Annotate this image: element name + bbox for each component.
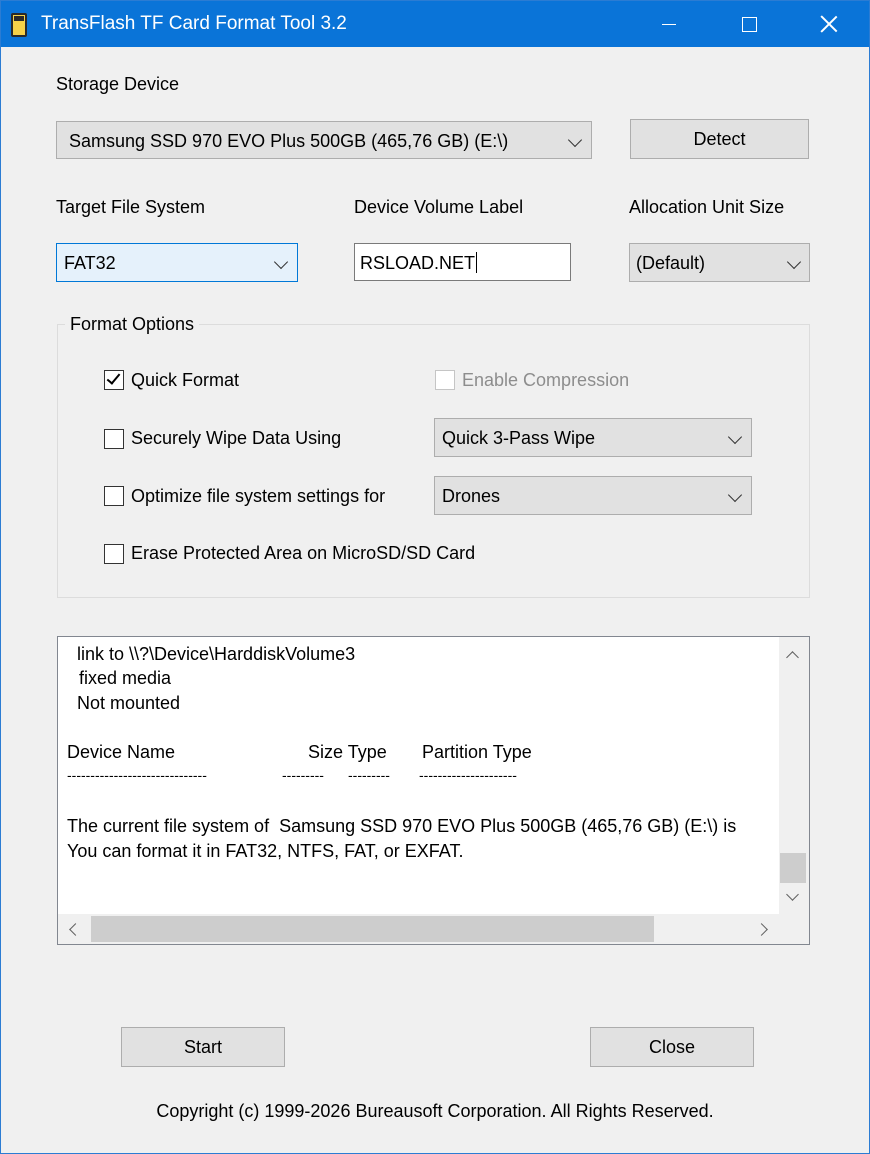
allocation-unit-select[interactable]: (Default) xyxy=(629,243,810,282)
horizontal-scroll-thumb[interactable] xyxy=(91,916,654,942)
volume-label-value: RSLOAD.NET xyxy=(360,253,476,273)
allocation-unit-size-label: Allocation Unit Size xyxy=(629,197,785,217)
app-window: TransFlash TF Card Format Tool 3.2 Stora… xyxy=(0,0,870,1154)
secure-wipe-label[interactable]: Securely Wipe Data Using xyxy=(131,428,341,449)
start-button[interactable]: Start xyxy=(121,1027,285,1067)
chevron-down-icon xyxy=(786,254,802,270)
copyright-text: Copyright (c) 1999-2026 Bureausoft Corpo… xyxy=(156,1101,714,1121)
minimize-button[interactable] xyxy=(639,1,699,47)
file-system-select[interactable]: FAT32 xyxy=(56,243,298,282)
file-system-value: FAT32 xyxy=(64,253,116,273)
close-button[interactable]: Close xyxy=(590,1027,754,1067)
log-separator: --------------------- xyxy=(419,767,517,783)
secure-wipe-checkbox[interactable] xyxy=(104,429,124,449)
log-line: link to \\?\Device\HarddiskVolume3 xyxy=(77,644,356,664)
window-title: TransFlash TF Card Format Tool 3.2 xyxy=(41,13,347,34)
vertical-scrollbar[interactable] xyxy=(779,637,809,914)
target-file-system-label: Target File System xyxy=(56,197,206,217)
quick-format-checkbox[interactable] xyxy=(104,370,124,390)
chevron-down-icon xyxy=(273,254,289,270)
start-button-label: Start xyxy=(183,1037,222,1057)
volume-label-input[interactable]: RSLOAD.NET xyxy=(354,243,571,281)
horizontal-scrollbar[interactable] xyxy=(58,914,809,944)
optimize-checkbox[interactable] xyxy=(104,486,124,506)
optimize-target-value: Drones xyxy=(442,486,501,506)
scroll-right-icon[interactable] xyxy=(755,923,768,936)
sd-card-icon xyxy=(11,13,27,37)
log-separator: --------- xyxy=(348,767,390,783)
close-icon xyxy=(820,15,838,33)
detect-button-label: Detect xyxy=(693,129,746,149)
log-line: fixed media xyxy=(79,668,172,688)
enable-compression-label: Enable Compression xyxy=(462,370,630,390)
allocation-unit-value: (Default) xyxy=(636,253,706,273)
chevron-down-icon xyxy=(567,132,583,148)
device-volume-label-label: Device Volume Label xyxy=(354,197,524,217)
format-options-title: Format Options xyxy=(65,314,200,335)
chevron-down-icon xyxy=(727,487,743,503)
storage-device-value: Samsung SSD 970 EVO Plus 500GB (465,76 G… xyxy=(69,131,509,151)
log-line: You can format it in FAT32, NTFS, FAT, o… xyxy=(67,841,464,861)
enable-compression-checkbox xyxy=(435,370,455,390)
storage-device-label: Storage Device xyxy=(56,74,180,94)
vertical-scroll-thumb[interactable] xyxy=(780,853,806,883)
log-column-size-type: Size Type xyxy=(308,742,387,762)
erase-protected-label[interactable]: Erase Protected Area on MicroSD/SD Card xyxy=(131,543,475,564)
optimize-target-select[interactable]: Drones xyxy=(434,476,752,515)
text-caret xyxy=(476,252,478,273)
log-line: The current file system of Samsung SSD 9… xyxy=(67,816,737,836)
wipe-method-value: Quick 3-Pass Wipe xyxy=(442,428,596,448)
log-separator: ------------------------------ xyxy=(67,767,207,783)
log-separator: --------- xyxy=(282,767,324,783)
log-column-device-name: Device Name xyxy=(67,742,176,762)
chevron-down-icon xyxy=(727,429,743,445)
scroll-up-icon[interactable] xyxy=(786,651,799,664)
maximize-button[interactable] xyxy=(719,1,779,47)
scroll-down-icon[interactable] xyxy=(786,888,799,901)
log-line: Not mounted xyxy=(77,693,181,713)
close-button-label: Close xyxy=(648,1037,696,1057)
scroll-left-icon[interactable] xyxy=(69,923,82,936)
detect-button[interactable]: Detect xyxy=(630,119,809,159)
minimize-icon xyxy=(662,23,676,25)
log-column-partition-type: Partition Type xyxy=(422,742,532,762)
window-close-button[interactable] xyxy=(799,1,859,47)
erase-protected-checkbox[interactable] xyxy=(104,544,124,564)
maximize-icon xyxy=(741,16,757,32)
storage-device-select[interactable]: Samsung SSD 970 EVO Plus 500GB (465,76 G… xyxy=(56,121,592,159)
optimize-label[interactable]: Optimize file system settings for xyxy=(131,486,385,507)
quick-format-label[interactable]: Quick Format xyxy=(131,370,239,391)
log-output[interactable]: link to \\?\Device\HarddiskVolume3 fixed… xyxy=(57,636,810,945)
wipe-method-select[interactable]: Quick 3-Pass Wipe xyxy=(434,418,752,457)
title-bar[interactable]: TransFlash TF Card Format Tool 3.2 xyxy=(1,1,869,47)
checkmark-icon xyxy=(106,370,121,385)
